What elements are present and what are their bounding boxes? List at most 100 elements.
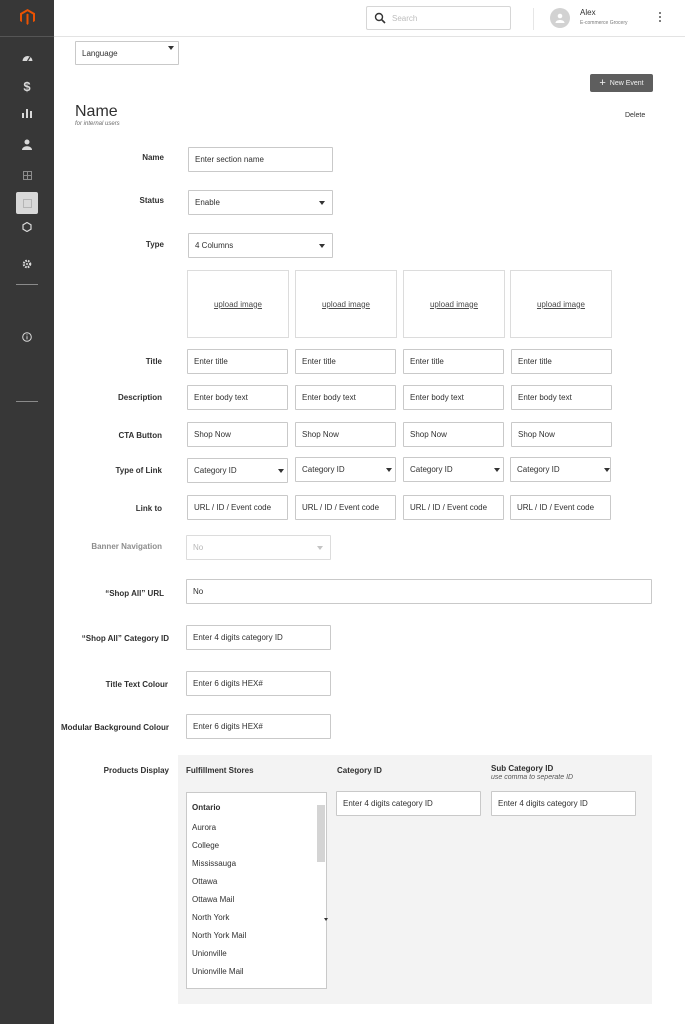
dashboard-icon[interactable] <box>19 49 35 65</box>
plus-icon: + <box>599 76 606 89</box>
title-colour-field[interactable]: Enter 6 digits HEX# <box>186 671 331 696</box>
link-to-field-4[interactable]: URL / ID / Event code <box>510 495 611 520</box>
user-name[interactable]: Alex <box>580 8 596 17</box>
upload-image-link[interactable]: upload image <box>322 300 370 309</box>
user-subtitle: E-commerce Grocery <box>580 20 628 26</box>
description-placeholder: Enter body text <box>194 393 248 402</box>
title-colour-placeholder: Enter 6 digits HEX# <box>193 679 263 688</box>
list-item[interactable]: Ottawa <box>192 877 217 886</box>
title-colour-label: Title Text Colour <box>105 680 168 689</box>
chevron-down-icon <box>494 468 500 472</box>
chevron-down-icon <box>386 468 392 472</box>
link-type-value: Category ID <box>517 465 560 474</box>
link-type-select-2[interactable]: Category ID <box>295 457 396 482</box>
name-label: Name <box>142 153 164 162</box>
category-id-field[interactable]: Enter 4 digits category ID <box>336 791 481 816</box>
subcategory-id-placeholder: Enter 4 digits category ID <box>498 799 588 808</box>
new-event-button[interactable]: + New Event <box>590 74 653 92</box>
list-item[interactable]: Aurora <box>192 823 216 832</box>
page-title: Name <box>75 103 118 120</box>
shop-all-category-field[interactable]: Enter 4 digits category ID <box>186 625 331 650</box>
type-select[interactable]: 4 Columns <box>188 233 333 258</box>
cta-field-4[interactable]: Shop Now <box>511 422 612 447</box>
info-icon[interactable] <box>19 329 35 345</box>
cta-field-2[interactable]: Shop Now <box>295 422 396 447</box>
cta-value: Shop Now <box>302 430 339 439</box>
shop-all-category-placeholder: Enter 4 digits category ID <box>193 633 283 642</box>
avatar[interactable] <box>550 8 570 28</box>
user-avatar-icon <box>555 13 565 23</box>
upload-image-2[interactable]: upload image <box>295 270 397 338</box>
search-input[interactable]: Search <box>366 6 511 30</box>
list-item[interactable]: Unionville Mail <box>192 967 244 976</box>
dollar-icon[interactable]: $ <box>19 78 35 94</box>
link-type-select-1[interactable]: Category ID <box>187 458 288 483</box>
cta-value: Shop Now <box>518 430 555 439</box>
magento-logo-icon[interactable] <box>20 9 35 25</box>
description-placeholder: Enter body text <box>518 393 572 402</box>
list-item[interactable]: Ottawa Mail <box>192 895 234 904</box>
gear-icon[interactable] <box>19 256 35 272</box>
upload-image-link[interactable]: upload image <box>214 300 262 309</box>
fulfillment-stores-list[interactable]: Ontario Aurora College Mississauga Ottaw… <box>186 792 327 989</box>
search-icon <box>374 12 386 24</box>
link-to-placeholder: URL / ID / Event code <box>410 503 488 512</box>
upload-image-3[interactable]: upload image <box>403 270 505 338</box>
layout-icon[interactable] <box>19 195 35 211</box>
chevron-down-icon <box>168 46 174 50</box>
link-type-value: Category ID <box>410 465 453 474</box>
background-colour-field[interactable]: Enter 6 digits HEX# <box>186 714 331 739</box>
type-label: Type <box>145 240 164 249</box>
link-to-placeholder: URL / ID / Event code <box>302 503 380 512</box>
list-item[interactable]: Mississauga <box>192 859 236 868</box>
sidebar: $ <box>0 0 54 1024</box>
chevron-down-icon <box>319 201 325 205</box>
more-options-icon[interactable] <box>658 12 662 24</box>
shop-all-url-field[interactable]: No <box>186 579 652 604</box>
delete-button[interactable]: Delete <box>625 112 645 119</box>
list-item[interactable]: College <box>192 841 219 850</box>
list-scrollbar[interactable] <box>317 805 325 862</box>
user-icon[interactable] <box>19 136 35 152</box>
cta-field-3[interactable]: Shop Now <box>403 422 504 447</box>
grid-icon[interactable] <box>19 167 35 183</box>
chevron-down-icon[interactable] <box>324 918 328 921</box>
list-item[interactable]: North York Mail <box>192 931 246 940</box>
title-field-4[interactable]: Enter title <box>511 349 612 374</box>
link-type-select-3[interactable]: Category ID <box>403 457 504 482</box>
list-item[interactable]: Ontario <box>192 803 220 812</box>
upload-image-1[interactable]: upload image <box>187 270 289 338</box>
title-field-1[interactable]: Enter title <box>187 349 288 374</box>
upload-image-link[interactable]: upload image <box>430 300 478 309</box>
products-display-label: Products Display <box>103 766 169 775</box>
status-select-value: Enable <box>195 198 220 207</box>
category-id-header: Category ID <box>337 766 382 775</box>
list-item[interactable]: North York <box>192 913 229 922</box>
description-field-1[interactable]: Enter body text <box>187 385 288 410</box>
subcategory-id-field[interactable]: Enter 4 digits category ID <box>491 791 636 816</box>
language-select[interactable]: Language <box>75 41 179 65</box>
description-field-4[interactable]: Enter body text <box>511 385 612 410</box>
description-field-3[interactable]: Enter body text <box>403 385 504 410</box>
section-name-field[interactable]: Enter section name <box>188 147 333 172</box>
status-select[interactable]: Enable <box>188 190 333 215</box>
link-to-field-3[interactable]: URL / ID / Event code <box>403 495 504 520</box>
chevron-down-icon <box>319 244 325 248</box>
upload-image-link[interactable]: upload image <box>537 300 585 309</box>
bar-chart-icon[interactable] <box>19 105 35 121</box>
section-name-placeholder: Enter section name <box>195 155 264 164</box>
title-field-2[interactable]: Enter title <box>295 349 396 374</box>
link-type-select-4[interactable]: Category ID <box>510 457 611 482</box>
banner-navigation-select[interactable]: No <box>186 535 331 560</box>
upload-image-4[interactable]: upload image <box>510 270 612 338</box>
link-type-value: Category ID <box>194 466 237 475</box>
title-field-3[interactable]: Enter title <box>403 349 504 374</box>
description-field-2[interactable]: Enter body text <box>295 385 396 410</box>
list-item[interactable]: Unionville <box>192 949 227 958</box>
hexagon-icon[interactable] <box>19 219 35 235</box>
cta-field-1[interactable]: Shop Now <box>187 422 288 447</box>
link-to-field-2[interactable]: URL / ID / Event code <box>295 495 396 520</box>
banner-navigation-value: No <box>193 543 204 552</box>
sidebar-divider <box>16 401 38 402</box>
link-to-field-1[interactable]: URL / ID / Event code <box>187 495 288 520</box>
